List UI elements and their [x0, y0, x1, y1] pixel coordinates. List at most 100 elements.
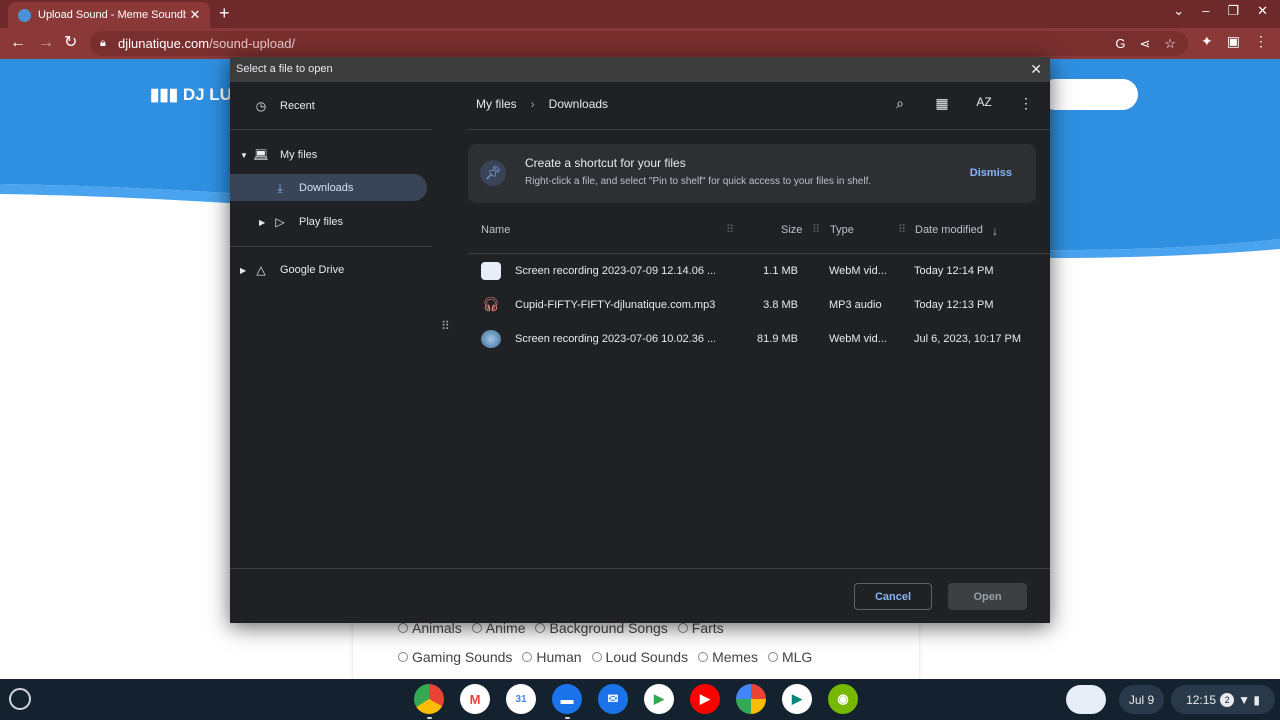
- restore-icon[interactable]: ❐: [1227, 3, 1239, 19]
- sidebar-label-google-drive: Google Drive: [280, 264, 345, 276]
- banner-title: Create a shortcut for your files: [525, 156, 686, 170]
- url-path: /sound-upload/: [209, 36, 296, 51]
- file-picker-dialog: Select a file to open ✕ ◷ Recent ▼ 💻︎ My…: [230, 57, 1050, 623]
- file-name: Cupid-FIFTY-FIFTY-djlunatique.com.mp3: [515, 299, 715, 311]
- dialog-close-icon[interactable]: ✕: [1030, 57, 1042, 82]
- headphones-audio-icon: 🎧︎: [482, 296, 500, 312]
- pinned-apps: M 31 ▬ ✉ ▶ ▶ ▶ ◉: [414, 684, 858, 719]
- sidebar-item-google-drive[interactable]: △ Google Drive: [252, 257, 344, 283]
- address-bar[interactable]: 🔒︎ djlunatique.com/sound-upload/ G ⋖ ☆: [90, 31, 1188, 56]
- collapse-caret-icon[interactable]: ▼: [240, 151, 248, 160]
- google-lens-icon[interactable]: G: [1115, 31, 1125, 56]
- bookmark-star-icon[interactable]: ☆: [1164, 31, 1176, 56]
- column-header-size[interactable]: Size: [781, 224, 802, 236]
- messages-icon[interactable]: ✉: [598, 684, 628, 714]
- file-date: Today 12:13 PM: [914, 299, 994, 311]
- sort-arrow-icon[interactable]: ↓: [992, 224, 998, 238]
- play-store-icon[interactable]: ▶: [644, 684, 674, 714]
- column-resize-grip-icon[interactable]: ⠿: [726, 223, 734, 236]
- back-icon[interactable]: ←: [10, 33, 26, 53]
- site-search-box[interactable]: [1040, 79, 1138, 110]
- meet-icon[interactable]: ▶: [782, 684, 812, 714]
- radio-icon[interactable]: [471, 623, 482, 633]
- category-option[interactable]: Loud Sounds: [591, 649, 689, 665]
- more-options-icon[interactable]: ⋮: [1016, 95, 1036, 112]
- tab-close-icon[interactable]: ✕: [186, 7, 204, 23]
- breadcrumb: My files › Downloads: [476, 97, 608, 111]
- sidebar-divider: [230, 246, 432, 247]
- sort-az-icon[interactable]: AZ: [974, 95, 994, 112]
- radio-icon[interactable]: [398, 652, 408, 662]
- minimize-icon[interactable]: –: [1202, 3, 1209, 19]
- header-actions: ⌕ ▦ AZ ⋮: [890, 95, 1036, 112]
- reload-icon[interactable]: ↻: [64, 33, 77, 53]
- category-option[interactable]: Human: [522, 649, 582, 665]
- files-app-icon[interactable]: ▬: [552, 684, 582, 719]
- tab-title: Upload Sound - Meme Soundbo: [38, 9, 186, 21]
- open-button[interactable]: Open: [948, 583, 1027, 610]
- category-label: Memes: [712, 649, 758, 665]
- sidebar-item-recent[interactable]: ◷ Recent: [252, 93, 315, 119]
- grid-view-icon[interactable]: ▦: [932, 95, 952, 112]
- breadcrumb-chevron-icon: ›: [530, 97, 535, 111]
- running-indicator: [427, 717, 432, 719]
- screen-recording-indicator-icon[interactable]: [1066, 685, 1106, 714]
- footer-divider: [230, 568, 1050, 569]
- browser-menu-icon[interactable]: ⋮: [1254, 33, 1268, 50]
- column-resize-grip-icon[interactable]: ⠿: [812, 223, 820, 236]
- extensions-puzzle-icon[interactable]: ✦: [1201, 33, 1213, 50]
- new-tab-button[interactable]: +: [219, 3, 230, 23]
- radio-icon[interactable]: [522, 652, 533, 662]
- side-panel-icon[interactable]: ▣: [1227, 33, 1240, 50]
- column-header-date[interactable]: Date modified: [915, 224, 983, 236]
- category-option[interactable]: MLG: [767, 649, 812, 665]
- column-header-name[interactable]: Name: [481, 224, 510, 236]
- search-icon[interactable]: ⌕: [890, 95, 910, 112]
- sidebar-item-my-files[interactable]: 💻︎ My files: [252, 142, 317, 168]
- forward-icon[interactable]: →: [38, 33, 54, 53]
- geforce-now-icon[interactable]: ◉: [828, 684, 858, 714]
- radio-icon[interactable]: [591, 652, 602, 662]
- expand-caret-icon[interactable]: ▶: [259, 218, 265, 227]
- sidebar-item-play-files[interactable]: ▷ Play files: [271, 209, 343, 235]
- sidebar-label-my-files: My files: [280, 149, 318, 161]
- dismiss-button[interactable]: Dismiss: [970, 167, 1012, 179]
- browser-tab[interactable]: Upload Sound - Meme Soundbo ✕: [8, 2, 210, 28]
- file-row[interactable]: Screen recording 2023-07-06 10.02.36 ...…: [468, 323, 1050, 357]
- radio-icon[interactable]: [767, 652, 778, 662]
- cancel-button[interactable]: Cancel: [854, 583, 932, 610]
- window-close-icon[interactable]: ✕: [1257, 3, 1268, 19]
- breadcrumb-my-files[interactable]: My files: [476, 97, 517, 111]
- category-option[interactable]: Memes: [698, 649, 758, 665]
- chrome-icon[interactable]: [414, 684, 444, 719]
- gmail-icon[interactable]: M: [460, 684, 490, 714]
- file-row[interactable]: Screen recording 2023-07-09 12.14.06 ...…: [468, 255, 1050, 289]
- sidebar-resize-handle[interactable]: ⠿: [441, 319, 450, 333]
- radio-icon[interactable]: [398, 623, 408, 633]
- tab-search-icon[interactable]: ⌄: [1173, 3, 1184, 19]
- date-label: Jul 9: [1128, 692, 1155, 707]
- column-header-type[interactable]: Type: [830, 224, 854, 236]
- launcher-icon[interactable]: [9, 688, 31, 710]
- dialog-title: Select a file to open: [230, 57, 1050, 82]
- radio-icon[interactable]: [677, 623, 688, 633]
- radio-icon[interactable]: [535, 623, 546, 633]
- share-icon[interactable]: ⋖: [1139, 31, 1150, 56]
- radio-icon[interactable]: [698, 652, 709, 662]
- sidebar-item-downloads[interactable]: ⤓ Downloads: [271, 175, 353, 201]
- photos-icon[interactable]: [736, 684, 766, 714]
- category-label: Loud Sounds: [605, 649, 689, 665]
- calendar-icon[interactable]: 31: [506, 684, 536, 714]
- status-tray[interactable]: 12:15 2 ▼ ▮: [1171, 685, 1275, 714]
- banner-text: Right-click a file, and select "Pin to s…: [525, 176, 872, 187]
- file-row[interactable]: 🎧︎ Cupid-FIFTY-FIFTY-djlunatique.com.mp3…: [468, 289, 1050, 323]
- sidebar-label-downloads: Downloads: [299, 182, 354, 194]
- sidebar-label-recent: Recent: [280, 100, 315, 112]
- equalizer-icon: ▮▮▮: [150, 85, 179, 104]
- column-resize-grip-icon[interactable]: ⠿: [898, 223, 906, 236]
- expand-caret-icon[interactable]: ▶: [240, 266, 246, 275]
- date-tray[interactable]: Jul 9: [1119, 685, 1164, 714]
- header-divider: [468, 129, 1050, 130]
- category-option[interactable]: Gaming Sounds: [398, 649, 512, 665]
- youtube-icon[interactable]: ▶: [690, 684, 720, 714]
